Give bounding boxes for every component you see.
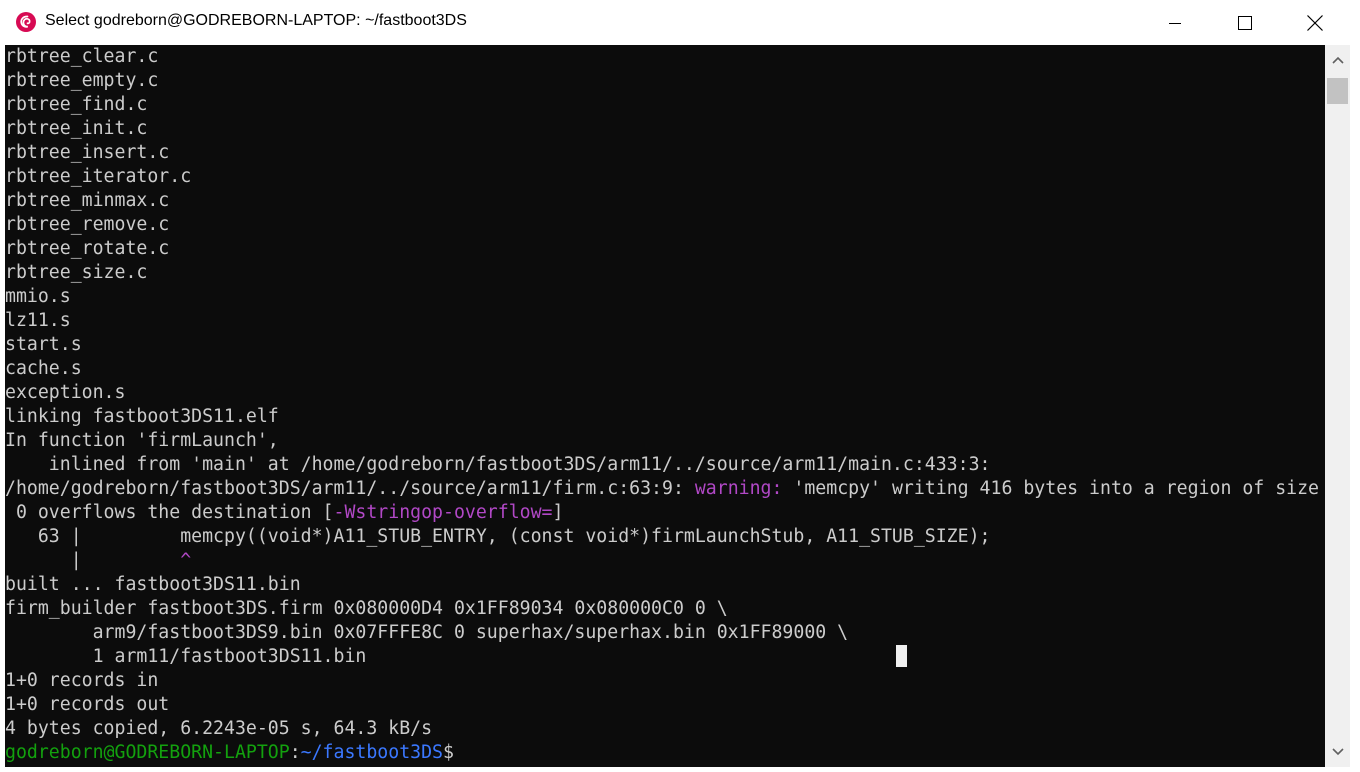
terminal-line: rbtree_empty.c [5,70,159,91]
terminal-line: rbtree_insert.c [5,142,170,163]
terminal-line: start.s [5,334,82,355]
terminal-line: exception.s [5,382,126,403]
shell-prompt: godreborn@GODREBORN-LAPTOP:~/fastboot3DS… [5,741,1319,765]
prompt-path: ~/fastboot3DS [300,742,444,763]
prompt-user-host: godreborn@GODREBORN-LAPTOP [5,742,290,763]
terminal-line: 1+0 records out [5,694,170,715]
debian-swirl-icon [16,12,36,32]
caret-line: | ^ [5,549,1319,573]
terminal-lines: rbtree_clear.c rbtree_empty.c rbtree_fin… [5,45,1319,765]
window-border-right [1350,45,1360,772]
terminal-output[interactable]: rbtree_clear.c rbtree_empty.c rbtree_fin… [5,45,1325,767]
terminal-line: inlined from 'main' at /home/godreborn/f… [5,454,991,475]
vertical-scrollbar[interactable] [1325,45,1350,767]
overflow-line: 0 overflows the destination [-Wstringop-… [5,501,1319,525]
close-icon [1307,14,1323,31]
terminal-line: 4 bytes copied, 6.2243e-05 s, 64.3 kB/s [5,718,433,739]
terminal-line: rbtree_iterator.c [5,166,192,187]
terminal-line: linking fastboot3DS11.elf [5,406,279,427]
terminal-line: rbtree_size.c [5,262,148,283]
terminal-line: lz11.s [5,310,71,331]
caret-prefix: | [5,550,181,571]
prompt-separator: : [289,742,301,763]
scroll-thumb[interactable] [1327,78,1348,104]
terminal-line: rbtree_remove.c [5,214,170,235]
terminal-line: rbtree_find.c [5,94,148,115]
warning-message: 'memcpy' writing 416 bytes into a region… [782,478,1319,499]
caret-marker: ^ [180,550,192,571]
terminal-line: cache.s [5,358,82,379]
maximize-button[interactable] [1210,0,1280,45]
maximize-icon [1238,15,1252,30]
minimize-icon [1169,22,1181,24]
terminal-line: rbtree_minmax.c [5,190,170,211]
terminal-line: rbtree_init.c [5,118,148,139]
window-border-bottom [0,767,1350,772]
terminal-line: 1 arm11/fastboot3DS11.bin [5,646,367,667]
scroll-down-arrow-icon [1331,748,1344,756]
scroll-down-button[interactable] [1325,737,1350,767]
source-line: 63 | memcpy((void*)A11_STUB_ENTRY, (cons… [5,526,991,547]
terminal-line: built ... fastboot3DS11.bin [5,574,301,595]
warning-location: /home/godreborn/fastboot3DS/arm11/../sou… [5,478,695,499]
scroll-up-button[interactable] [1325,45,1350,75]
prompt-symbol: $ [443,742,454,763]
overflow-flag: -Wstringop-overflow= [333,502,553,523]
title-bar[interactable]: Select godreborn@GODREBORN-LAPTOP: ~/fas… [0,0,1360,45]
overflow-suffix: ] [552,502,564,523]
terminal-line: firm_builder fastboot3DS.firm 0x080000D4… [5,598,728,619]
close-button[interactable] [1280,0,1350,45]
terminal-line: 1+0 records in [5,670,159,691]
minimize-button[interactable] [1140,0,1210,45]
terminal-line: rbtree_clear.c [5,46,159,67]
terminal-line: In function 'firmLaunch', [5,430,279,451]
text-cursor [896,645,907,667]
window-title: Select godreborn@GODREBORN-LAPTOP: ~/fas… [45,12,467,29]
warning-label: warning: [694,478,783,499]
terminal-line: arm9/fastboot3DS9.bin 0x07FFFE8C 0 super… [5,622,849,643]
terminal-window: Select godreborn@GODREBORN-LAPTOP: ~/fas… [0,0,1360,772]
scroll-up-arrow-icon [1331,56,1344,64]
terminal-line: rbtree_rotate.c [5,238,170,259]
warning-line: /home/godreborn/fastboot3DS/arm11/../sou… [5,477,1319,501]
terminal-line: mmio.s [5,286,71,307]
overflow-prefix: 0 overflows the destination [ [5,502,334,523]
